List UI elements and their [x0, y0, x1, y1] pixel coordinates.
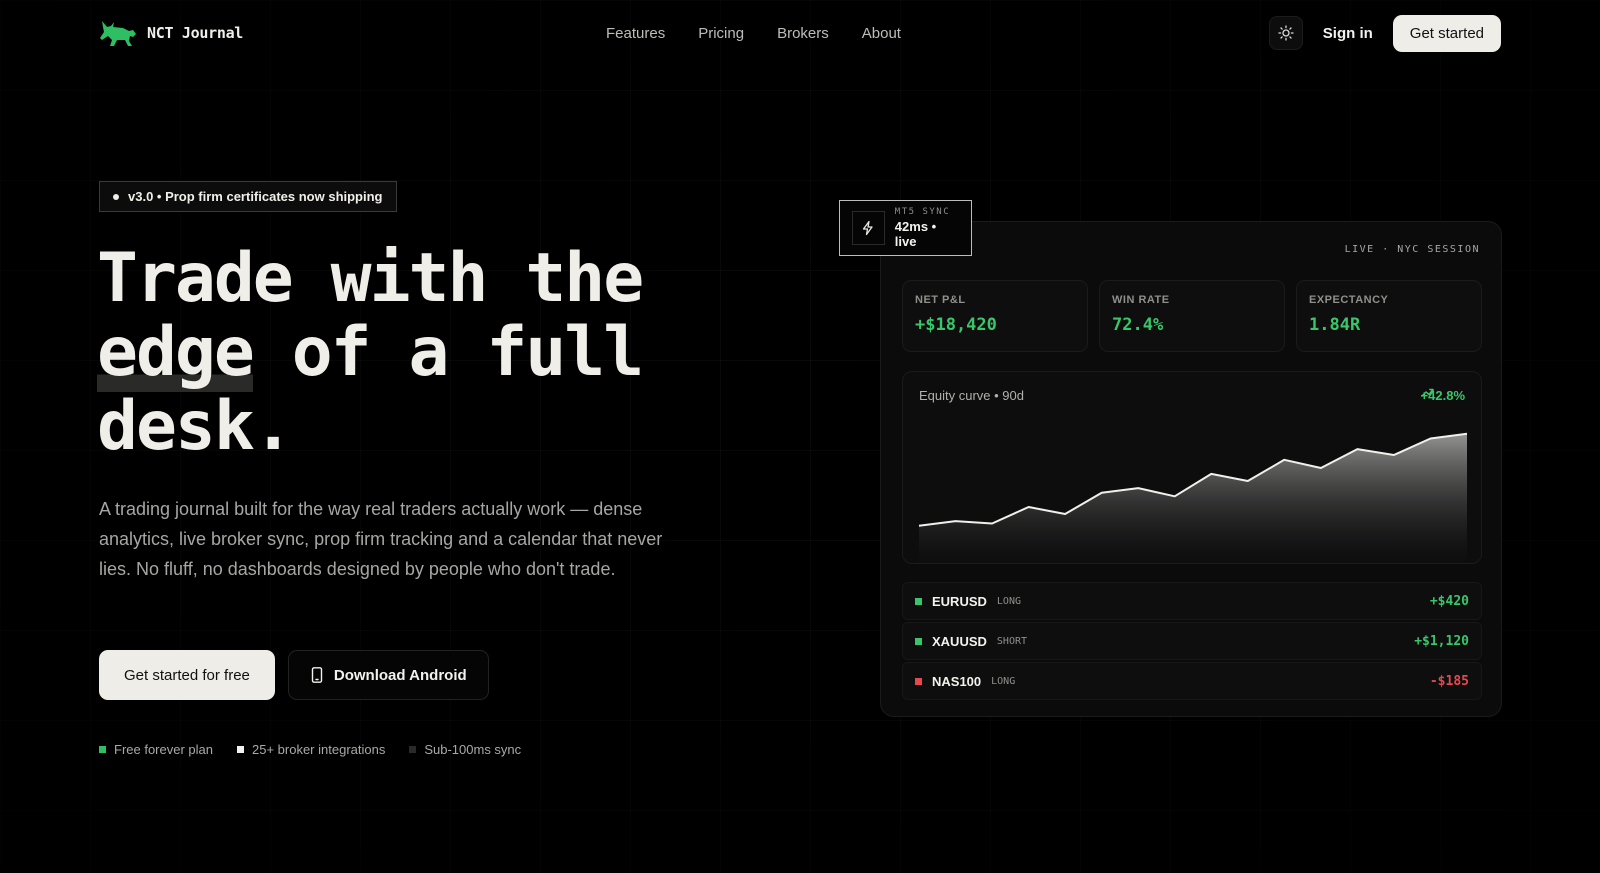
download-android-button[interactable]: Download Android	[287, 650, 489, 700]
trend-up-icon	[1420, 388, 1434, 397]
download-android-label: Download Android	[333, 666, 467, 684]
lightning-icon	[852, 211, 885, 245]
trade-pnl: +$1,120	[1414, 633, 1469, 649]
nav-link-about[interactable]: About	[862, 25, 901, 42]
trade-row[interactable]: XAUUSD SHORT +$1,120	[902, 622, 1482, 660]
trade-side: LONG	[991, 675, 1016, 687]
feature-item: Free forever plan	[99, 742, 213, 757]
get-started-free-button[interactable]: Get started for free	[99, 650, 275, 700]
trade-row[interactable]: NAS100 LONG -$185	[902, 662, 1482, 700]
nav-link-pricing[interactable]: Pricing	[698, 25, 744, 42]
stat-value: +$18,420	[915, 315, 997, 335]
sign-in-link[interactable]: Sign in	[1323, 25, 1373, 42]
hero-headline: Trade with the edge of a full desk.	[97, 242, 757, 464]
brand[interactable]: NCT Journal	[99, 18, 243, 48]
hero-cta-row: Get started for free Download Android	[99, 650, 489, 700]
stat-label: WIN RATE	[1112, 294, 1170, 306]
equity-title: Equity curve • 90d	[919, 388, 1024, 403]
feature-label: 25+ broker integrations	[252, 742, 386, 757]
brand-name: NCT Journal	[147, 24, 244, 42]
sync-label: MT5 SYNC	[894, 207, 951, 217]
trade-status-dot	[915, 637, 922, 645]
trade-side: SHORT	[996, 635, 1028, 647]
trade-status-dot	[915, 677, 922, 685]
feature-bullet	[237, 746, 244, 753]
equity-delta: +42.8%	[1421, 388, 1465, 403]
trade-side: LONG	[996, 595, 1021, 607]
badge-dot	[113, 193, 119, 200]
stat-card-win-rate: WIN RATE 72.4%	[1099, 280, 1285, 352]
nav-link-brokers[interactable]: Brokers	[777, 25, 829, 42]
feature-item: 25+ broker integrations	[237, 742, 385, 757]
trade-pnl: -$185	[1429, 673, 1469, 689]
nav-links: Features Pricing Brokers About	[606, 25, 901, 42]
sync-value: 42ms • live	[894, 219, 937, 249]
stat-value: 72.4%	[1112, 315, 1164, 335]
theme-toggle-button[interactable]	[1268, 16, 1303, 50]
trade-symbol: NAS100	[932, 673, 982, 689]
stat-label: EXPECTANCY	[1309, 294, 1389, 306]
headline-line-3: desk.	[97, 387, 294, 466]
feature-label: Sub-100ms sync	[424, 742, 522, 757]
nav-actions: Sign in Get started	[1268, 14, 1501, 52]
page: NCT Journal Features Pricing Brokers Abo…	[0, 0, 1600, 873]
trade-list: EURUSD LONG +$420 XAUUSD SHORT +$1,120 N…	[902, 582, 1482, 702]
trade-pnl: +$420	[1429, 593, 1469, 609]
dashboard-preview: LIVE · NYC SESSION NET P&L +$18,420 WIN …	[880, 221, 1502, 717]
stat-card-expectancy: EXPECTANCY 1.84R	[1296, 280, 1482, 352]
sun-icon	[1278, 25, 1294, 41]
feature-bullet	[99, 746, 106, 753]
bull-logo-icon	[100, 21, 136, 46]
headline-line-1: Trade with the	[97, 239, 644, 318]
feature-bullet	[409, 746, 417, 753]
stat-card-net-pnl: NET P&L +$18,420	[902, 280, 1088, 352]
stat-cards: NET P&L +$18,420 WIN RATE 72.4% EXPECTAN…	[902, 280, 1482, 352]
get-started-button[interactable]: Get started	[1392, 14, 1501, 52]
hero-description: A trading journal built for the way real…	[99, 499, 663, 579]
phone-icon	[311, 667, 323, 683]
trade-row[interactable]: EURUSD LONG +$420	[902, 582, 1482, 620]
nav-link-features[interactable]: Features	[606, 25, 665, 42]
release-badge[interactable]: v3.0 • Prop firm certificates now shippi…	[99, 181, 397, 212]
headline-line-2: of a full	[252, 313, 644, 392]
trade-status-dot	[915, 597, 922, 605]
headline-highlight: edge	[97, 313, 255, 392]
mt5-sync-badge: MT5 SYNC 42ms • live	[839, 200, 972, 256]
trade-symbol: XAUUSD	[932, 633, 987, 649]
trade-symbol: EURUSD	[932, 593, 987, 609]
stat-label: NET P&L	[915, 294, 966, 306]
stat-value: 1.84R	[1309, 315, 1361, 335]
feature-list: Free forever plan 25+ broker integration…	[99, 742, 521, 757]
session-label: LIVE · NYC SESSION	[1344, 244, 1480, 255]
badge-text: v3.0 • Prop firm certificates now shippi…	[128, 189, 383, 204]
feature-item: Sub-100ms sync	[409, 742, 521, 757]
equity-chart: Equity curve • 90d +42.8%	[902, 371, 1482, 564]
feature-label: Free forever plan	[114, 742, 213, 757]
top-nav: NCT Journal Features Pricing Brokers Abo…	[99, 14, 1501, 52]
